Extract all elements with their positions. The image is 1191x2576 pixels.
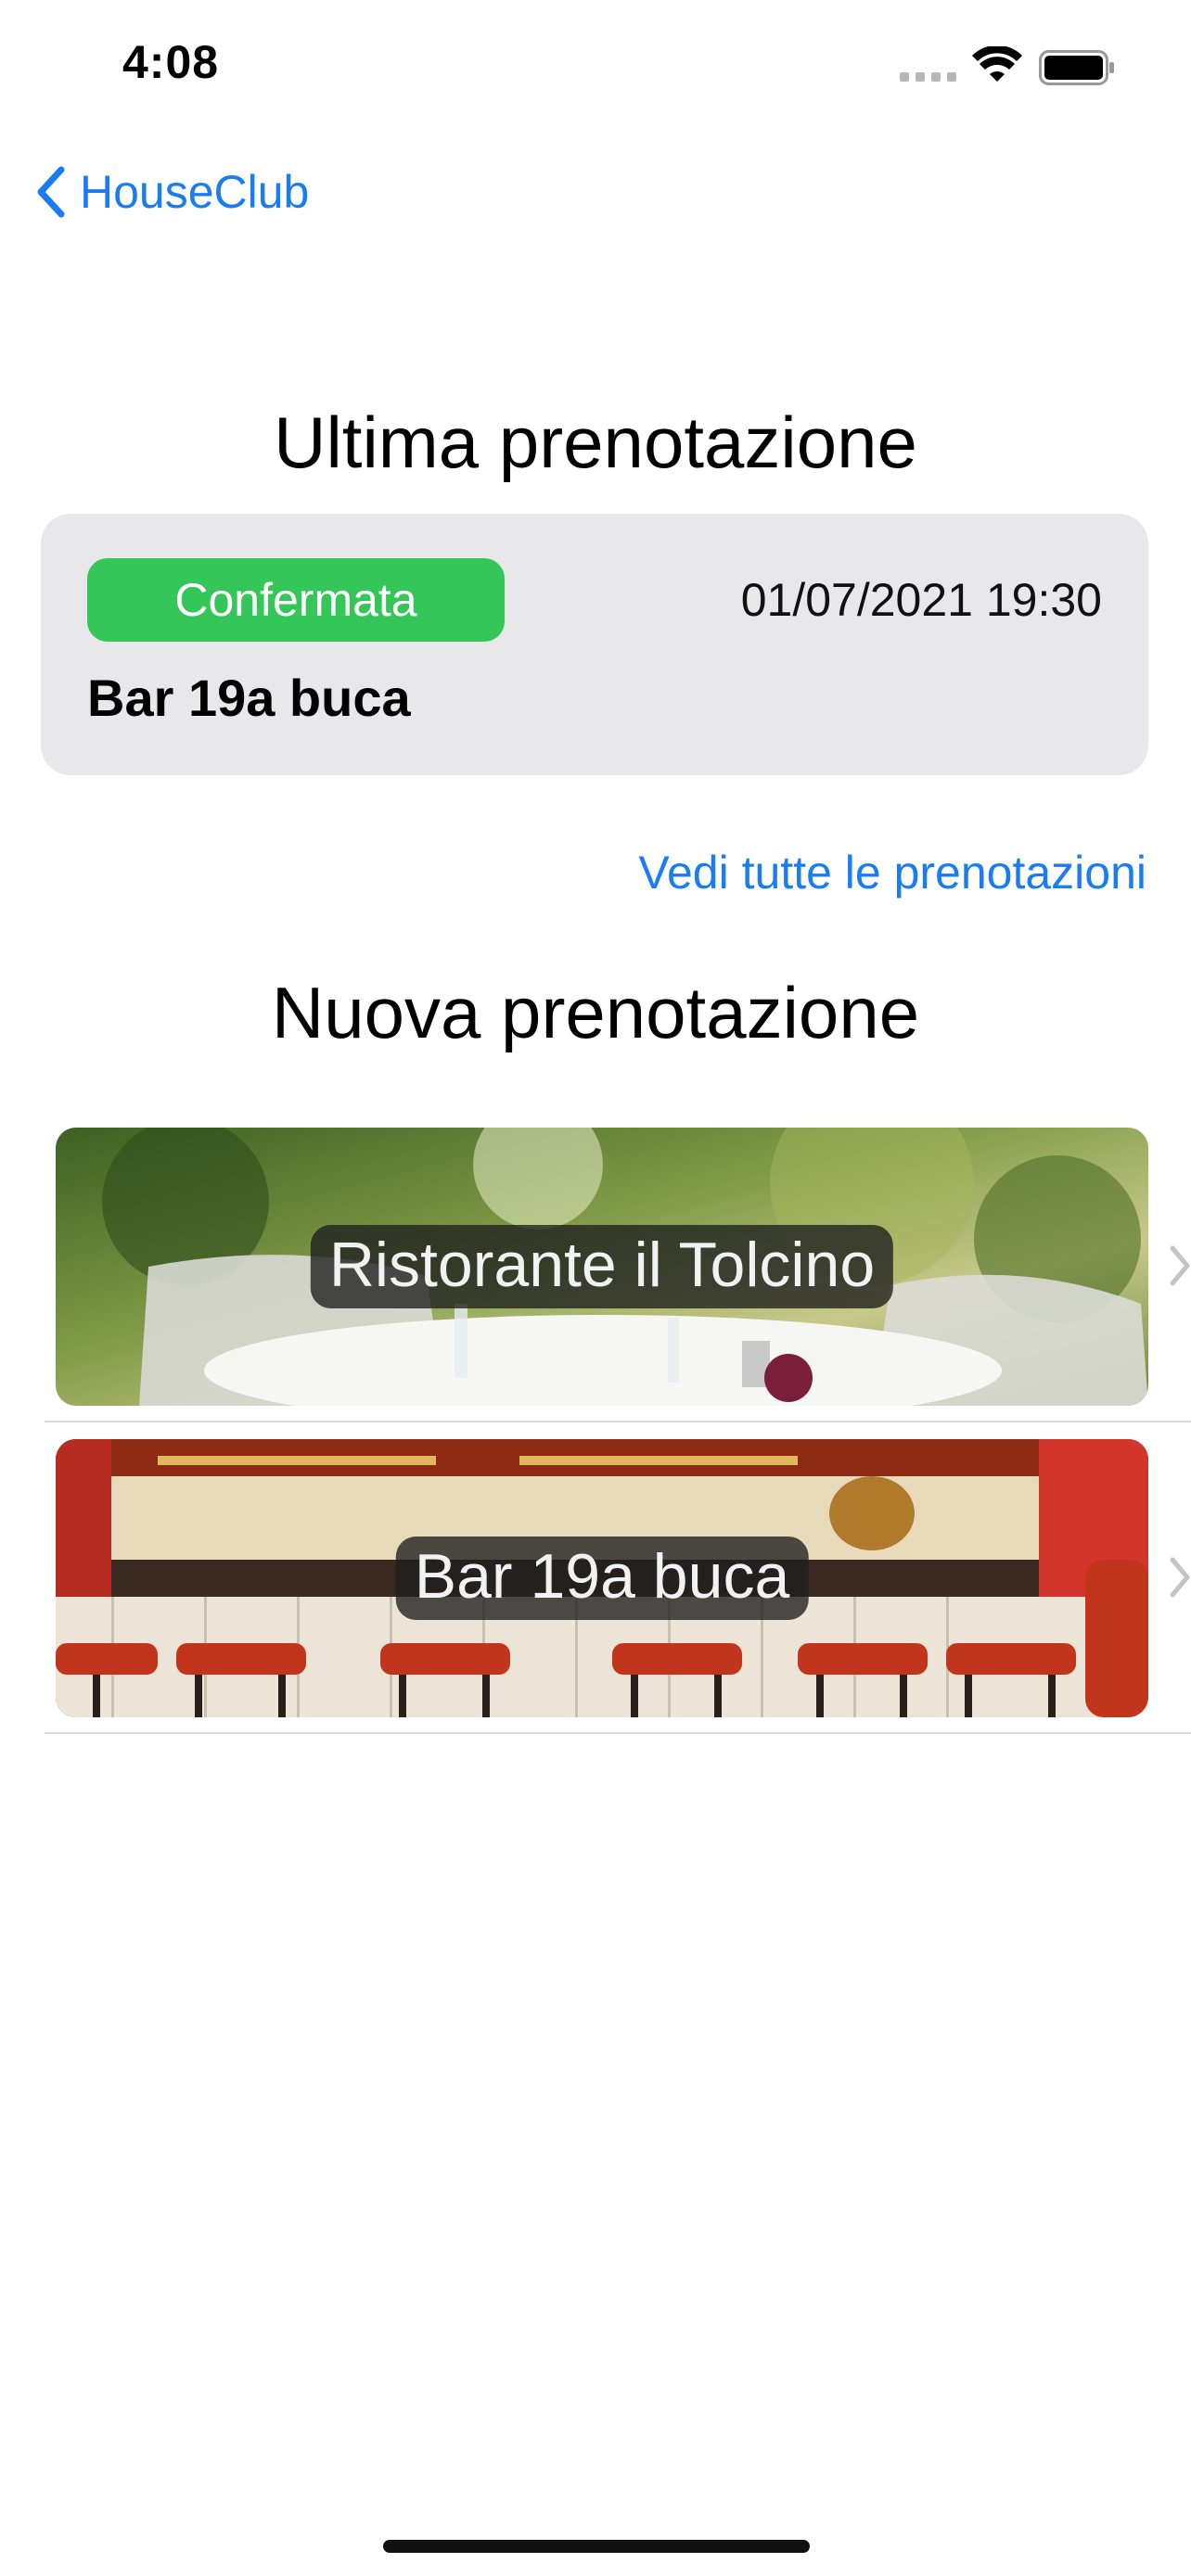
battery-icon — [1039, 50, 1114, 85]
back-button-label: HouseClub — [80, 166, 310, 218]
last-reservation-heading: Ultima prenotazione — [274, 402, 917, 483]
status-time: 4:08 — [122, 36, 220, 88]
restaurant-terrace-photo: Ristorante il Tolcino — [56, 1128, 1148, 1406]
reservation-venue: Bar 19a buca — [87, 669, 411, 727]
screen: 4:08 HouseClub Ultima prenotazione Confe… — [0, 0, 1191, 2576]
wifi-icon — [972, 46, 1022, 82]
last-reservation-card[interactable]: Confermata 01/07/2021 19:30 Bar 19a buca — [41, 514, 1148, 775]
back-button[interactable]: HouseClub — [33, 159, 309, 224]
chevron-right-icon — [1170, 1557, 1190, 1598]
bar-counter-photo: Bar 19a buca — [56, 1439, 1148, 1717]
home-indicator[interactable] — [383, 2540, 810, 2553]
venue-row-bar-19a-buca[interactable]: Bar 19a buca — [45, 1422, 1191, 1734]
new-reservation-heading: Nuova prenotazione — [271, 972, 920, 1053]
reservation-datetime: 01/07/2021 19:30 — [740, 574, 1102, 626]
venue-name: Bar 19a buca — [395, 1537, 809, 1620]
chevron-right-icon — [1170, 1245, 1190, 1286]
venue-name: Ristorante il Tolcino — [310, 1225, 894, 1308]
venue-row-ristorante-il-tolcino[interactable]: Ristorante il Tolcino — [45, 1111, 1191, 1422]
status-badge: Confermata — [87, 558, 505, 642]
see-all-reservations-link[interactable]: Vedi tutte le prenotazioni — [638, 846, 1146, 899]
chevron-left-icon — [37, 166, 65, 218]
cellular-signal-icon — [900, 72, 957, 82]
